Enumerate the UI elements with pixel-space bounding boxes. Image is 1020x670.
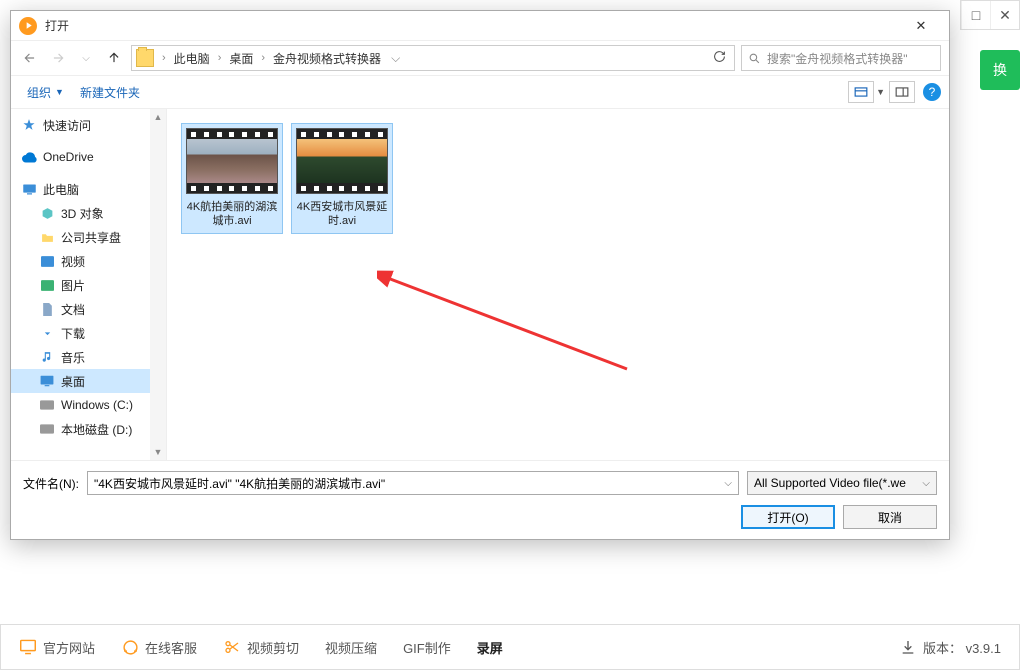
breadcrumb-root[interactable]: 此电脑 (174, 50, 210, 67)
footer-support-link[interactable]: 在线客服 (121, 638, 197, 657)
nav-history-icon[interactable]: ⌵ (75, 47, 97, 69)
footer-version[interactable]: 版本： v3.9.1 (899, 638, 1001, 657)
footer-gif-tab[interactable]: GIF制作 (403, 638, 451, 657)
dialog-toolbar: 组织▼ 新建文件夹 ▼ ? (11, 75, 949, 109)
drive-icon (39, 397, 55, 413)
chevron-down-icon[interactable]: ⌵ (724, 478, 732, 489)
image-icon (39, 277, 55, 293)
close-button[interactable]: ✕ (901, 14, 941, 38)
scissors-icon (223, 638, 241, 656)
address-bar[interactable]: › 此电脑 › 桌面 › 金舟视频格式转换器 ⌵ (131, 45, 735, 71)
cancel-button[interactable]: 取消 (843, 505, 937, 529)
file-name: 4K西安城市风景延时.avi (296, 200, 388, 229)
footer-site-link[interactable]: 官方网站 (19, 638, 95, 657)
file-open-dialog: 打开 ✕ ⌵ › 此电脑 › 桌面 › 金舟视频格式转换器 ⌵ 搜索 (10, 10, 950, 540)
help-button[interactable]: ? (923, 83, 941, 101)
tree-item-d-drive[interactable]: 本地磁盘 (D:) (11, 417, 166, 441)
headset-icon (121, 638, 139, 656)
preview-pane-button[interactable] (889, 81, 915, 103)
cube-icon (39, 205, 55, 221)
filename-label: 文件名(N): (23, 475, 79, 492)
tree-item-music[interactable]: 音乐 (11, 345, 166, 369)
chevron-down-icon[interactable]: ⌵ (922, 478, 930, 489)
file-type-filter[interactable]: All Supported Video file(*.we ⌵ (747, 471, 937, 495)
tree-item-c-drive[interactable]: Windows (C:) (11, 393, 166, 417)
file-name: 4K航拍美丽的湖滨城市.avi (186, 200, 278, 229)
scroll-up-icon[interactable]: ▲ (150, 109, 166, 125)
tree-item-desktop[interactable]: 桌面 (11, 369, 166, 393)
bg-close-icon[interactable]: ✕ (990, 1, 1019, 29)
tree-item-share[interactable]: 公司共享盘 (11, 225, 166, 249)
tree-item-documents[interactable]: 文档 (11, 297, 166, 321)
drive-icon (39, 421, 55, 437)
tree-quick-access[interactable]: 快速访问 (11, 113, 166, 137)
nav-forward-icon (47, 47, 69, 69)
scroll-down-icon[interactable]: ▼ (150, 444, 166, 460)
search-placeholder: 搜索"金舟视频格式转换器" (767, 50, 908, 67)
folder-icon (39, 229, 55, 245)
refresh-icon[interactable] (708, 50, 730, 66)
pc-icon (21, 181, 37, 197)
view-mode-button[interactable] (848, 81, 874, 103)
chevron-right-icon: › (257, 52, 269, 64)
footer-record-tab[interactable]: 录屏 (477, 638, 503, 657)
tree-this-pc[interactable]: 此电脑 (11, 177, 166, 201)
search-icon (748, 52, 761, 65)
tree-item-3d[interactable]: 3D 对象 (11, 201, 166, 225)
open-button[interactable]: 打开(O) (741, 505, 835, 529)
app-icon (19, 17, 37, 35)
footer-cut-tab[interactable]: 视频剪切 (223, 638, 299, 657)
search-input[interactable]: 搜索"金舟视频格式转换器" (741, 45, 941, 71)
breadcrumb-p1[interactable]: 桌面 (229, 50, 253, 67)
bg-convert-button[interactable]: 换 (980, 50, 1020, 90)
dialog-titlebar: 打开 ✕ (11, 11, 949, 41)
nav-back-icon[interactable] (19, 47, 41, 69)
address-dropdown-icon[interactable]: ⌵ (385, 51, 406, 66)
file-item[interactable]: 4K西安城市风景延时.avi (291, 123, 393, 234)
dialog-title: 打开 (45, 17, 901, 34)
tree-item-pictures[interactable]: 图片 (11, 273, 166, 297)
file-list-area[interactable]: 4K航拍美丽的湖滨城市.avi 4K西安城市风景延时.avi (167, 109, 949, 460)
new-folder-button[interactable]: 新建文件夹 (72, 80, 148, 105)
chevron-right-icon: › (158, 52, 170, 64)
tree-item-downloads[interactable]: 下载 (11, 321, 166, 345)
app-footer-bar: 官方网站 在线客服 视频剪切 视频压缩 GIF制作 录屏 版本： v3.9.1 (0, 624, 1020, 670)
file-item[interactable]: 4K航拍美丽的湖滨城市.avi (181, 123, 283, 234)
music-icon (39, 349, 55, 365)
video-thumbnail-icon (296, 128, 388, 194)
organize-menu[interactable]: 组织▼ (19, 80, 72, 105)
sidebar-scrollbar[interactable]: ▲ ▼ (150, 109, 166, 460)
folder-tree: 快速访问 OneDrive 此电脑 3D 对象 公司共享盘 视频 图片 文档 下… (11, 109, 167, 460)
tree-item-videos[interactable]: 视频 (11, 249, 166, 273)
folder-icon (136, 49, 154, 67)
annotation-arrow-icon (377, 269, 637, 379)
star-icon (21, 117, 37, 133)
background-window-controls: □ ✕ (960, 0, 1020, 30)
video-thumbnail-icon (186, 128, 278, 194)
dialog-body: 快速访问 OneDrive 此电脑 3D 对象 公司共享盘 视频 图片 文档 下… (11, 109, 949, 460)
doc-icon (39, 301, 55, 317)
dialog-footer: 文件名(N): "4K西安城市风景延时.avi" "4K航拍美丽的湖滨城市.av… (11, 460, 949, 539)
view-dropdown-icon[interactable]: ▼ (876, 87, 885, 97)
desktop-icon (39, 373, 55, 389)
download-icon (899, 638, 917, 656)
breadcrumb-p2[interactable]: 金舟视频格式转换器 (273, 50, 381, 67)
filename-input[interactable]: "4K西安城市风景延时.avi" "4K航拍美丽的湖滨城市.avi" ⌵ (87, 471, 739, 495)
tree-onedrive[interactable]: OneDrive (11, 145, 166, 169)
nav-row: ⌵ › 此电脑 › 桌面 › 金舟视频格式转换器 ⌵ 搜索"金舟视频格式转换器" (11, 41, 949, 75)
monitor-icon (19, 638, 37, 656)
footer-compress-tab[interactable]: 视频压缩 (325, 638, 377, 657)
nav-up-icon[interactable] (103, 47, 125, 69)
cloud-icon (21, 149, 37, 165)
bg-maximize-icon[interactable]: □ (961, 1, 990, 29)
chevron-right-icon: › (214, 52, 226, 64)
download-icon (39, 325, 55, 341)
video-icon (39, 253, 55, 269)
